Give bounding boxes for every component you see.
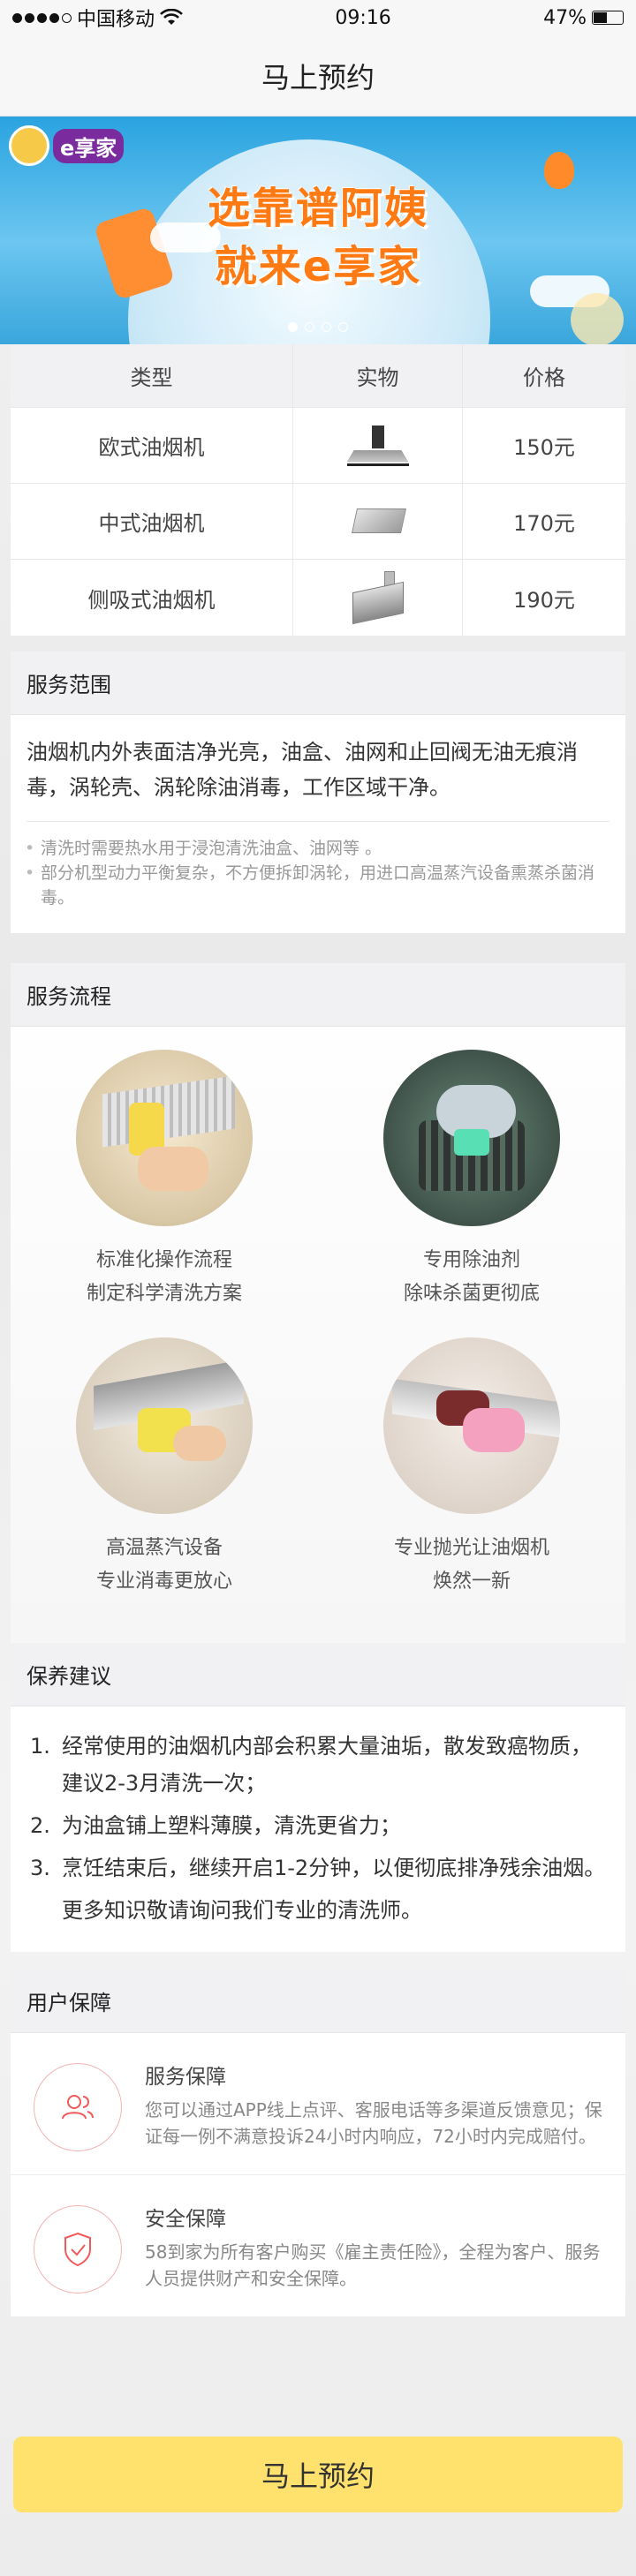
guarantee-item: 服务保障 您可以通过APP线上点评、客服电话等多渠道反馈意见；保证每一例不满意投… <box>11 2033 625 2175</box>
page-title: 马上预约 <box>261 60 375 94</box>
hood-image-cell <box>293 560 463 636</box>
sun-illustration <box>571 293 624 344</box>
process-caption: 专用除油剂 <box>422 1249 520 1271</box>
table-row: 侧吸式油烟机 190元 <box>11 560 625 636</box>
service-scope-card: 服务范围 油烟机内外表面洁净光亮，油盒、油网和止回阀无油无痕消毒，涡轮壳、涡轮除… <box>11 652 625 933</box>
banner-slogan-line1: 选靠谱阿姨 <box>207 184 428 233</box>
hood-price: 170元 <box>513 511 575 536</box>
list-number: 1. <box>30 1734 50 1759</box>
column-header-price: 价格 <box>523 365 565 390</box>
list-item: 3. 烹饪结束后，继续开启1-2分钟，以便彻底排净残余油烟。 <box>30 1849 608 1887</box>
process-caption: 焕然一新 <box>432 1570 511 1593</box>
carrier-label: 中国移动 <box>77 9 155 31</box>
status-time: 09:16 <box>335 6 391 29</box>
process-caption: 制定科学清洗方案 <box>86 1283 242 1305</box>
battery-fill <box>593 12 607 23</box>
service-scope-description: 油烟机内外表面洁净光亮，油盒、油网和止回阀无油无痕消毒，涡轮壳、涡轮除油消毒，工… <box>26 715 610 822</box>
process-caption: 标准化操作流程 <box>95 1249 232 1271</box>
list-number: 3. <box>30 1856 50 1880</box>
logo-text: e享家 <box>53 128 125 163</box>
side-suction-range-hood-icon <box>349 571 407 625</box>
more-info-text: 更多知识敬请询问我们专业的清洗师。 <box>62 1898 422 1923</box>
table-row: 欧式油烟机 150元 <box>11 408 625 484</box>
status-bar: 中国移动 09:16 47% <box>0 0 636 35</box>
signal-icon <box>12 12 72 23</box>
pager-dot[interactable] <box>305 322 314 332</box>
wifi-icon <box>160 9 183 25</box>
hood-image-cell <box>293 484 463 559</box>
guarantee-text: 您可以通过APP线上点评、客服电话等多渠道反馈意见；保证每一例不满意投诉24小时… <box>145 2099 602 2147</box>
battery-percent: 47% <box>543 6 587 29</box>
shield-check-icon <box>34 2205 122 2294</box>
process-grid: 标准化操作流程 制定科学清洗方案 专用除油剂 除味杀菌更彻底 高温蒸汽设备 专业… <box>11 1027 625 1643</box>
status-right: 47% <box>543 7 624 29</box>
pager-dot[interactable] <box>288 322 298 332</box>
process-step: 高温蒸汽设备 专业消毒更放心 <box>11 1337 318 1599</box>
guarantee-title: 服务保障 <box>145 2066 226 2089</box>
process-photo <box>76 1337 253 1514</box>
hood-image-cell <box>293 408 463 483</box>
service-process-card: 服务流程 标准化操作流程 制定科学清洗方案 专用除油剂 除味杀菌更彻底 高温蒸汽… <box>11 963 625 1643</box>
process-step: 专业抛光让油烟机 焕然一新 <box>318 1337 625 1599</box>
guarantee-title: 安全保障 <box>145 2208 226 2231</box>
maintenance-tips-card: 保养建议 1. 经常使用的油烟机内部会积累大量油垢，散发致癌物质，建议2-3月清… <box>11 1643 625 1952</box>
list-item: 2. 为油盒铺上塑料薄膜，清洗更省力； <box>30 1807 608 1844</box>
guarantee-body: 安全保障 58到家为所有客户购买《雇主责任险》，全程为客户、服务人员提供财产和安… <box>145 2198 610 2294</box>
nav-bar: 马上预约 <box>0 35 636 117</box>
hood-type: 侧吸式油烟机 <box>11 560 293 636</box>
process-caption: 除味杀菌更彻底 <box>403 1283 540 1305</box>
hood-price: 190元 <box>513 587 575 613</box>
banner-pager[interactable] <box>0 322 636 332</box>
process-photo <box>383 1337 560 1514</box>
section-title: 服务流程 <box>11 963 625 1027</box>
process-caption: 高温蒸汽设备 <box>105 1537 223 1559</box>
users-icon <box>34 2063 122 2151</box>
note-item: 清洗时需要热水用于浸泡清洗油盒、油网等 。 <box>25 836 610 861</box>
euro-range-hood-icon <box>346 425 409 466</box>
column-header-type: 类型 <box>11 344 293 407</box>
list-text: 烹饪结束后，继续开启1-2分钟，以便彻底排净残余油烟。 <box>62 1856 606 1880</box>
banner-slogan-line2: 就来e享家 <box>214 242 422 291</box>
process-caption: 专业抛光让油烟机 <box>393 1537 549 1559</box>
price-table-header: 类型 实物 价格 <box>11 344 625 408</box>
note-item: 部分机型动力平衡复杂，不方便拆卸涡轮，用进口高温蒸汽设备熏蒸杀菌消毒。 <box>25 861 610 910</box>
section-title: 保养建议 <box>11 1643 625 1706</box>
process-photo <box>76 1050 253 1226</box>
guarantee-body: 服务保障 您可以通过APP线上点评、客服电话等多渠道反馈意见；保证每一例不满意投… <box>145 2056 610 2151</box>
process-step: 专用除油剂 除味杀菌更彻底 <box>318 1050 625 1311</box>
section-title: 用户保障 <box>11 1970 625 2033</box>
pager-dot[interactable] <box>338 322 348 332</box>
guarantee-text: 58到家为所有客户购买《雇主责任险》，全程为客户、服务人员提供财产和安全保障。 <box>145 2241 601 2289</box>
column-header-image: 实物 <box>293 344 463 407</box>
tips-list: 1. 经常使用的油烟机内部会积累大量油垢，散发致癌物质，建议2-3月清洗一次； … <box>11 1706 625 1952</box>
hood-price: 150元 <box>513 435 575 460</box>
table-row: 中式油烟机 170元 <box>11 484 625 560</box>
process-photo <box>383 1050 560 1226</box>
battery-icon <box>591 11 624 25</box>
brand-logo: e享家 <box>9 125 125 166</box>
list-text: 为油盒铺上塑料薄膜，清洗更省力； <box>62 1813 401 1838</box>
status-left: 中国移动 <box>12 4 183 32</box>
process-step: 标准化操作流程 制定科学清洗方案 <box>11 1050 318 1311</box>
service-scope-notes: 清洗时需要热水用于浸泡清洗油盒、油网等 。 部分机型动力平衡复杂，不方便拆卸涡轮… <box>11 822 625 933</box>
list-number: 2. <box>30 1813 50 1838</box>
chinese-range-hood-icon <box>349 505 407 539</box>
book-now-button[interactable]: 马上预约 <box>13 2437 623 2512</box>
guarantee-item: 安全保障 58到家为所有客户购买《雇主责任险》，全程为客户、服务人员提供财产和安… <box>11 2175 625 2316</box>
user-guarantee-card: 用户保障 服务保障 您可以通过APP线上点评、客服电话等多渠道反馈意见；保证每一… <box>11 1970 625 2316</box>
hood-type: 中式油烟机 <box>11 484 293 559</box>
list-text: 经常使用的油烟机内部会积累大量油垢，散发致癌物质，建议2-3月清洗一次； <box>62 1734 592 1796</box>
section-title: 服务范围 <box>11 652 625 715</box>
process-caption: 专业消毒更放心 <box>95 1570 232 1593</box>
price-table: 类型 实物 价格 欧式油烟机 150元 中式油烟机 170元 侧吸式油烟机 19… <box>11 344 625 636</box>
mascot-icon <box>9 125 49 166</box>
promo-banner[interactable]: e享家 选靠谱阿姨 就来e享家 <box>0 117 636 344</box>
cta-bar: 马上预约 <box>0 2437 636 2576</box>
pager-dot[interactable] <box>322 322 331 332</box>
list-item: 1. 经常使用的油烟机内部会积累大量油垢，散发致癌物质，建议2-3月清洗一次； <box>30 1728 608 1802</box>
hood-type: 欧式油烟机 <box>11 408 293 483</box>
